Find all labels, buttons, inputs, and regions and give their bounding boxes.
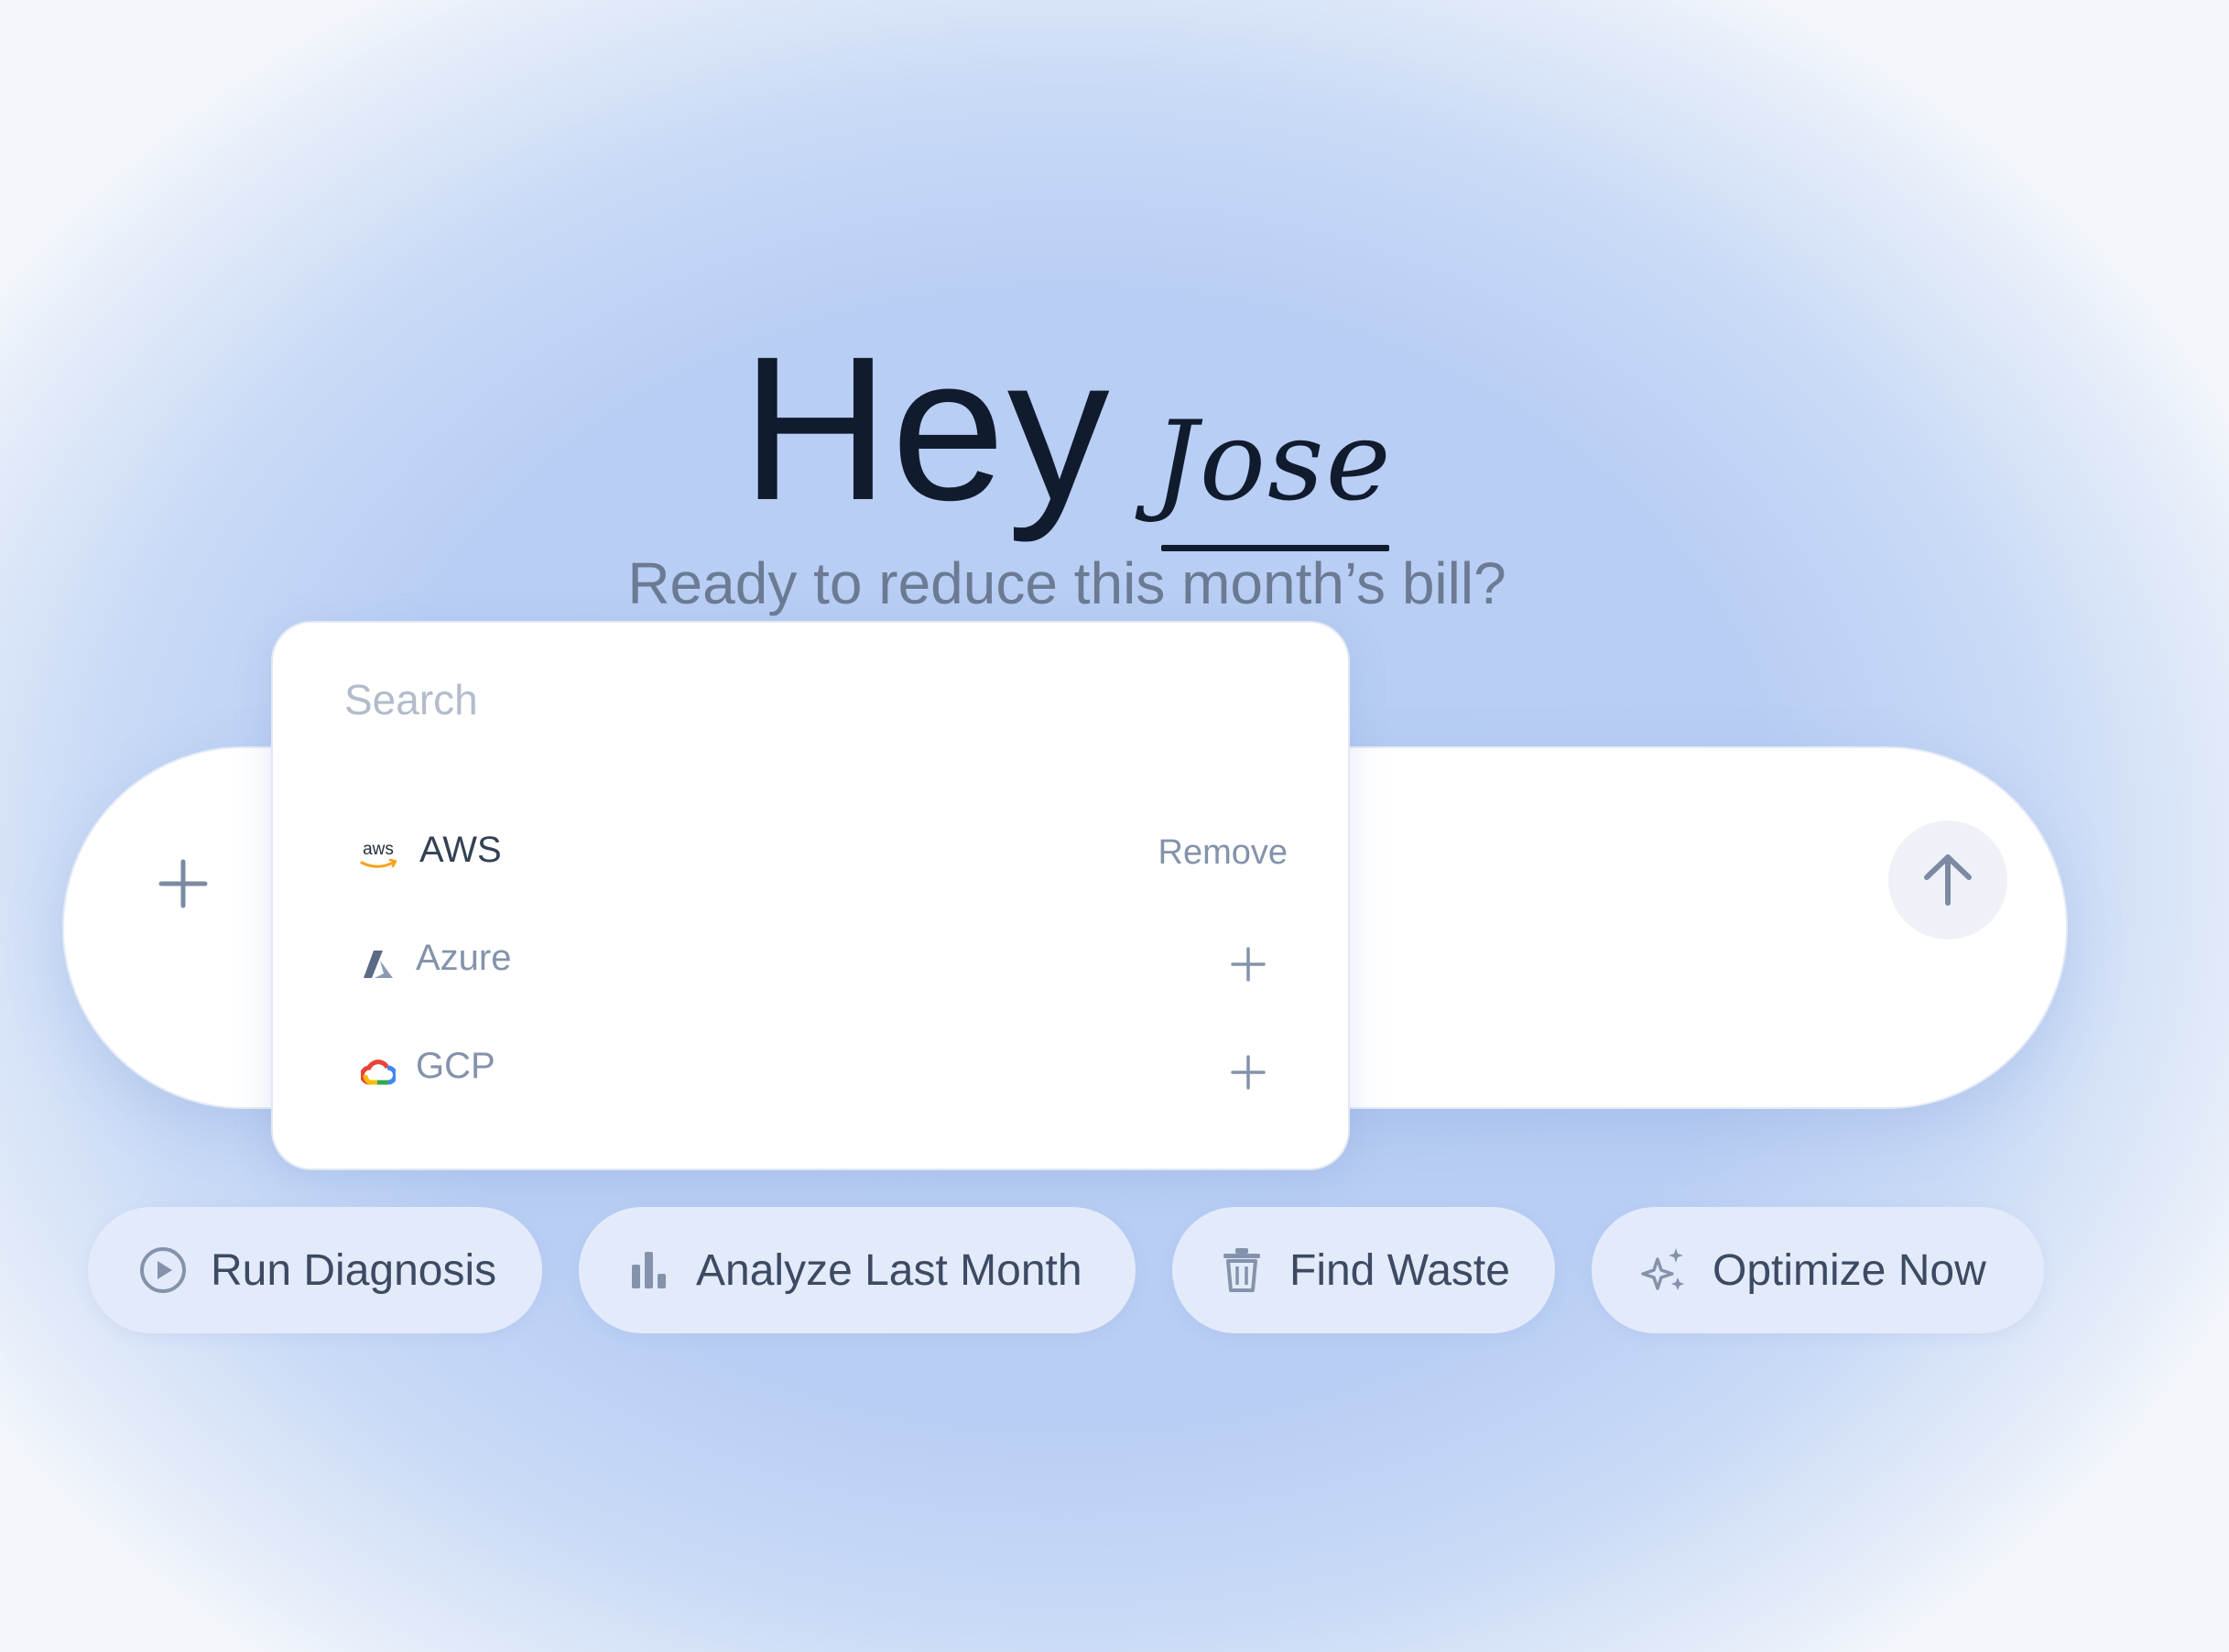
add-gcp-button[interactable] [1225, 1049, 1271, 1095]
provider-row-aws[interactable]: aws AWS Remove [273, 806, 1348, 907]
provider-search-input[interactable] [344, 663, 1260, 736]
greeting-prefix: Hey [741, 314, 1112, 543]
user-name-signature: Jose [1153, 398, 1393, 551]
run-diagnosis-label: Run Diagnosis [211, 1245, 497, 1295]
aws-logo-icon: aws [355, 833, 401, 879]
trash-icon [1216, 1244, 1267, 1296]
provider-row-azure[interactable]: Azure [273, 914, 1348, 1015]
provider-label-azure: Azure [416, 938, 512, 978]
greeting-heading: Hey Jose [0, 311, 2134, 551]
plus-icon [1231, 1055, 1266, 1090]
cloud-provider-dropdown: aws AWS Remove Azure [271, 621, 1350, 1170]
play-circle-icon [137, 1244, 189, 1296]
find-waste-label: Find Waste [1289, 1245, 1510, 1295]
azure-logo-icon [355, 941, 401, 987]
add-azure-button[interactable] [1225, 941, 1271, 987]
analyze-last-month-button[interactable]: Analyze Last Month [579, 1207, 1136, 1333]
plus-icon [158, 859, 208, 908]
gcp-logo-icon [355, 1049, 401, 1095]
arrow-up-icon [1924, 854, 1972, 906]
send-button[interactable] [1888, 821, 2007, 940]
provider-row-gcp[interactable]: GCP [273, 1022, 1348, 1123]
find-waste-button[interactable]: Find Waste [1172, 1207, 1555, 1333]
add-attachment-button[interactable] [147, 847, 220, 920]
provider-label-aws: AWS [419, 830, 502, 870]
svg-text:aws: aws [363, 840, 394, 859]
run-diagnosis-button[interactable]: Run Diagnosis [88, 1207, 542, 1333]
plus-icon [1231, 947, 1266, 982]
analyze-last-month-label: Analyze Last Month [696, 1245, 1082, 1295]
greeting-subtitle: Ready to reduce this month’s bill? [627, 550, 1506, 616]
bar-chart-icon [623, 1244, 674, 1296]
sparkles-icon [1639, 1244, 1691, 1296]
optimize-now-label: Optimize Now [1713, 1245, 1986, 1295]
optimize-now-button[interactable]: Optimize Now [1592, 1207, 2044, 1333]
remove-aws-button[interactable]: Remove [1158, 833, 1288, 873]
provider-label-gcp: GCP [416, 1046, 495, 1086]
app-stage: Hey Jose Ready to reduce this month’s bil… [0, 0, 2229, 1652]
user-name: Jose [1153, 398, 1393, 526]
